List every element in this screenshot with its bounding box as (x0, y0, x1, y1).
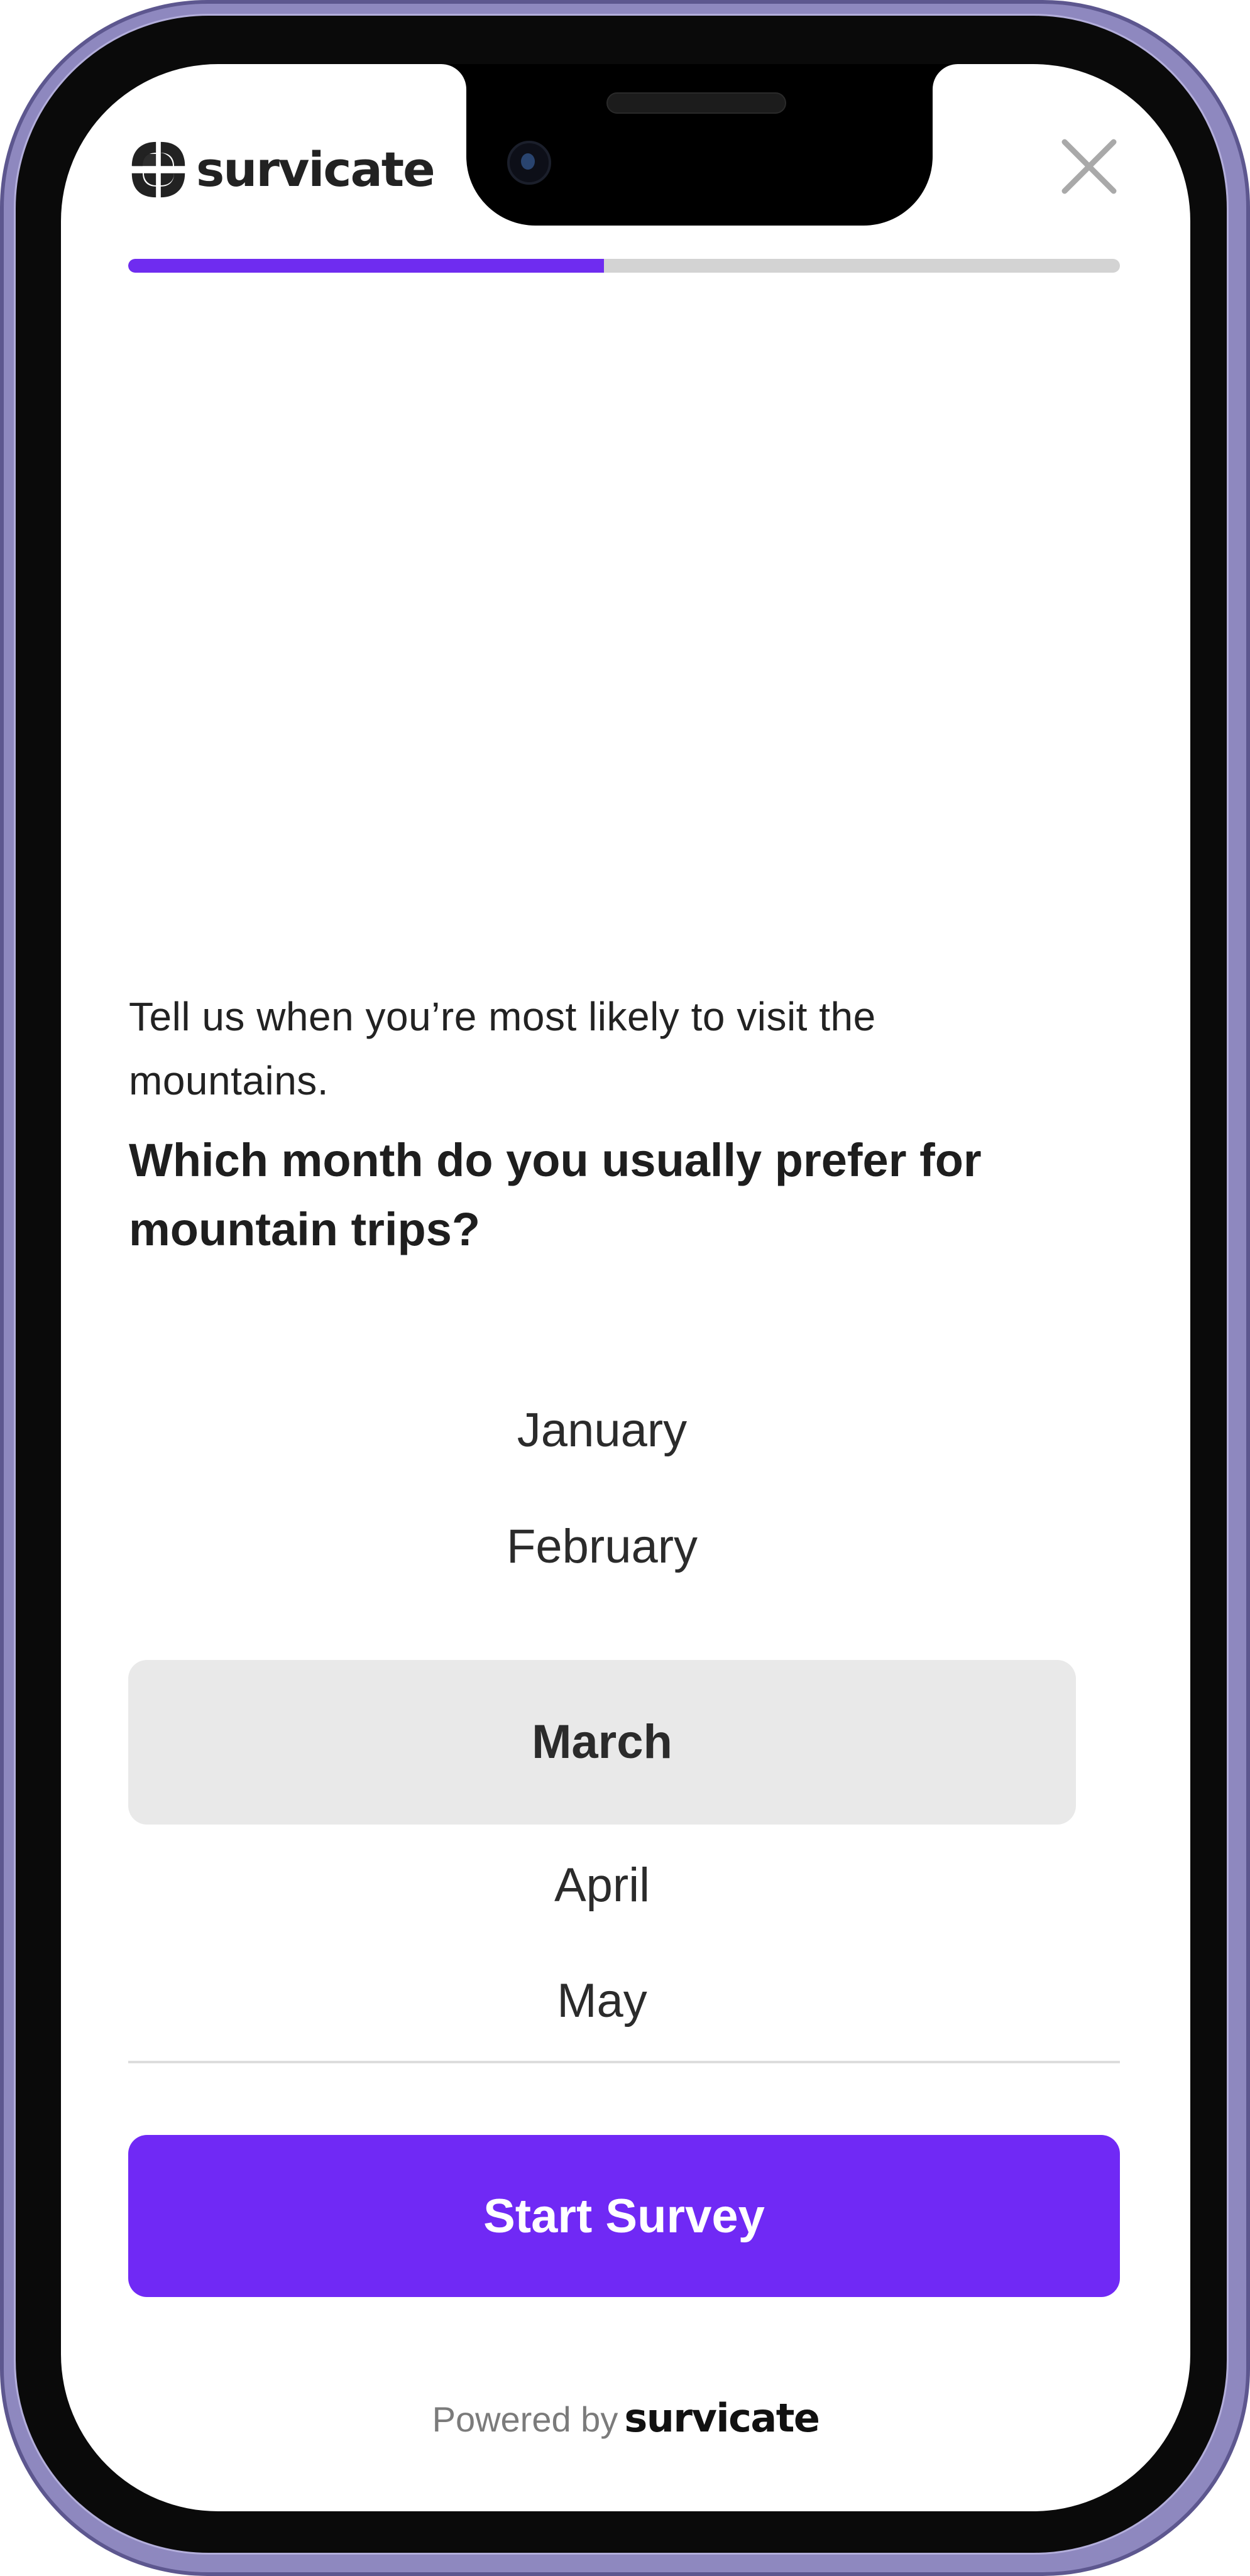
picker-option-january[interactable]: January (128, 1384, 1076, 1478)
picker-option-april[interactable]: April (128, 1838, 1076, 1933)
brand-name: survicate (196, 141, 436, 197)
front-camera (507, 141, 551, 185)
powered-by-brand: survicate (624, 2395, 820, 2441)
speaker-grille (606, 92, 786, 114)
close-button[interactable] (1061, 138, 1117, 195)
picker-option-march-selected[interactable]: March (128, 1660, 1076, 1825)
progress-fill (128, 259, 605, 273)
close-icon (1061, 139, 1117, 194)
survicate-logo-icon (131, 141, 185, 198)
footer-divider (128, 2061, 1120, 2063)
powered-by-label: Powered by (432, 2399, 618, 2439)
survey-intro: Tell us when you’re most likely to visit… (129, 994, 876, 1103)
progress-bar (128, 259, 1120, 273)
survey-screen: survicate Tell us when you’re most likel… (61, 64, 1190, 2511)
brand-logo: survicate (128, 138, 436, 201)
start-survey-button[interactable]: Start Survey (128, 2135, 1120, 2297)
survey-question: Which month do you usually prefer for mo… (129, 1134, 982, 1255)
picker-option-february[interactable]: February (128, 1500, 1076, 1594)
picker-option-may[interactable]: May (128, 1954, 1076, 2048)
powered-by[interactable]: Powered by survicate (61, 2395, 1190, 2441)
